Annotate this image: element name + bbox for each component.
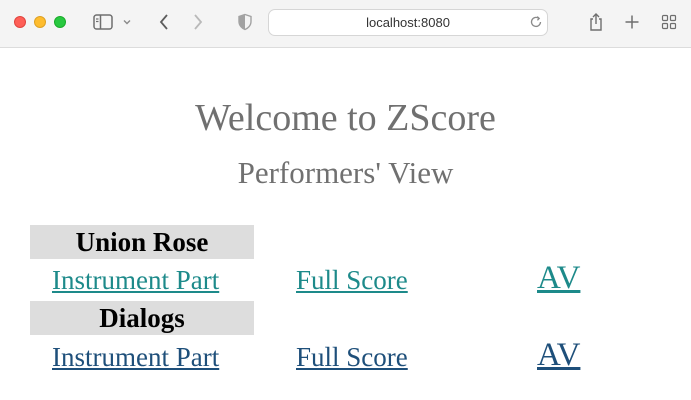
url-text: localhost:8080 xyxy=(366,15,450,30)
instrument-part-link[interactable]: Instrument Part xyxy=(52,265,219,296)
sidebar-icon[interactable] xyxy=(92,12,114,32)
instrument-part-link[interactable]: Instrument Part xyxy=(52,342,219,373)
grid-icon[interactable] xyxy=(659,12,679,32)
page-subtitle: Performers' View xyxy=(237,155,454,190)
chevron-left-icon[interactable] xyxy=(156,12,172,32)
av-link[interactable]: AV xyxy=(537,337,580,374)
chevron-right-icon[interactable] xyxy=(190,12,206,32)
share-icon[interactable] xyxy=(586,12,606,32)
close-window-button[interactable] xyxy=(14,16,26,28)
av-link[interactable]: AV xyxy=(537,260,580,297)
plus-icon[interactable] xyxy=(622,12,642,32)
browser-toolbar: localhost:8080 xyxy=(0,0,691,48)
piece-header-dialogs: Dialogs xyxy=(30,301,254,335)
reload-icon[interactable] xyxy=(528,12,544,32)
shield-icon[interactable] xyxy=(236,12,254,32)
piece-header-union-rose: Union Rose xyxy=(30,225,254,259)
zoom-window-button[interactable] xyxy=(54,16,66,28)
page-title: Welcome to ZScore xyxy=(195,97,496,139)
chevron-down-icon[interactable] xyxy=(121,12,133,32)
full-score-link[interactable]: Full Score xyxy=(296,265,408,296)
address-bar[interactable]: localhost:8080 xyxy=(268,9,548,36)
full-score-link[interactable]: Full Score xyxy=(296,342,408,373)
minimize-window-button[interactable] xyxy=(34,16,46,28)
